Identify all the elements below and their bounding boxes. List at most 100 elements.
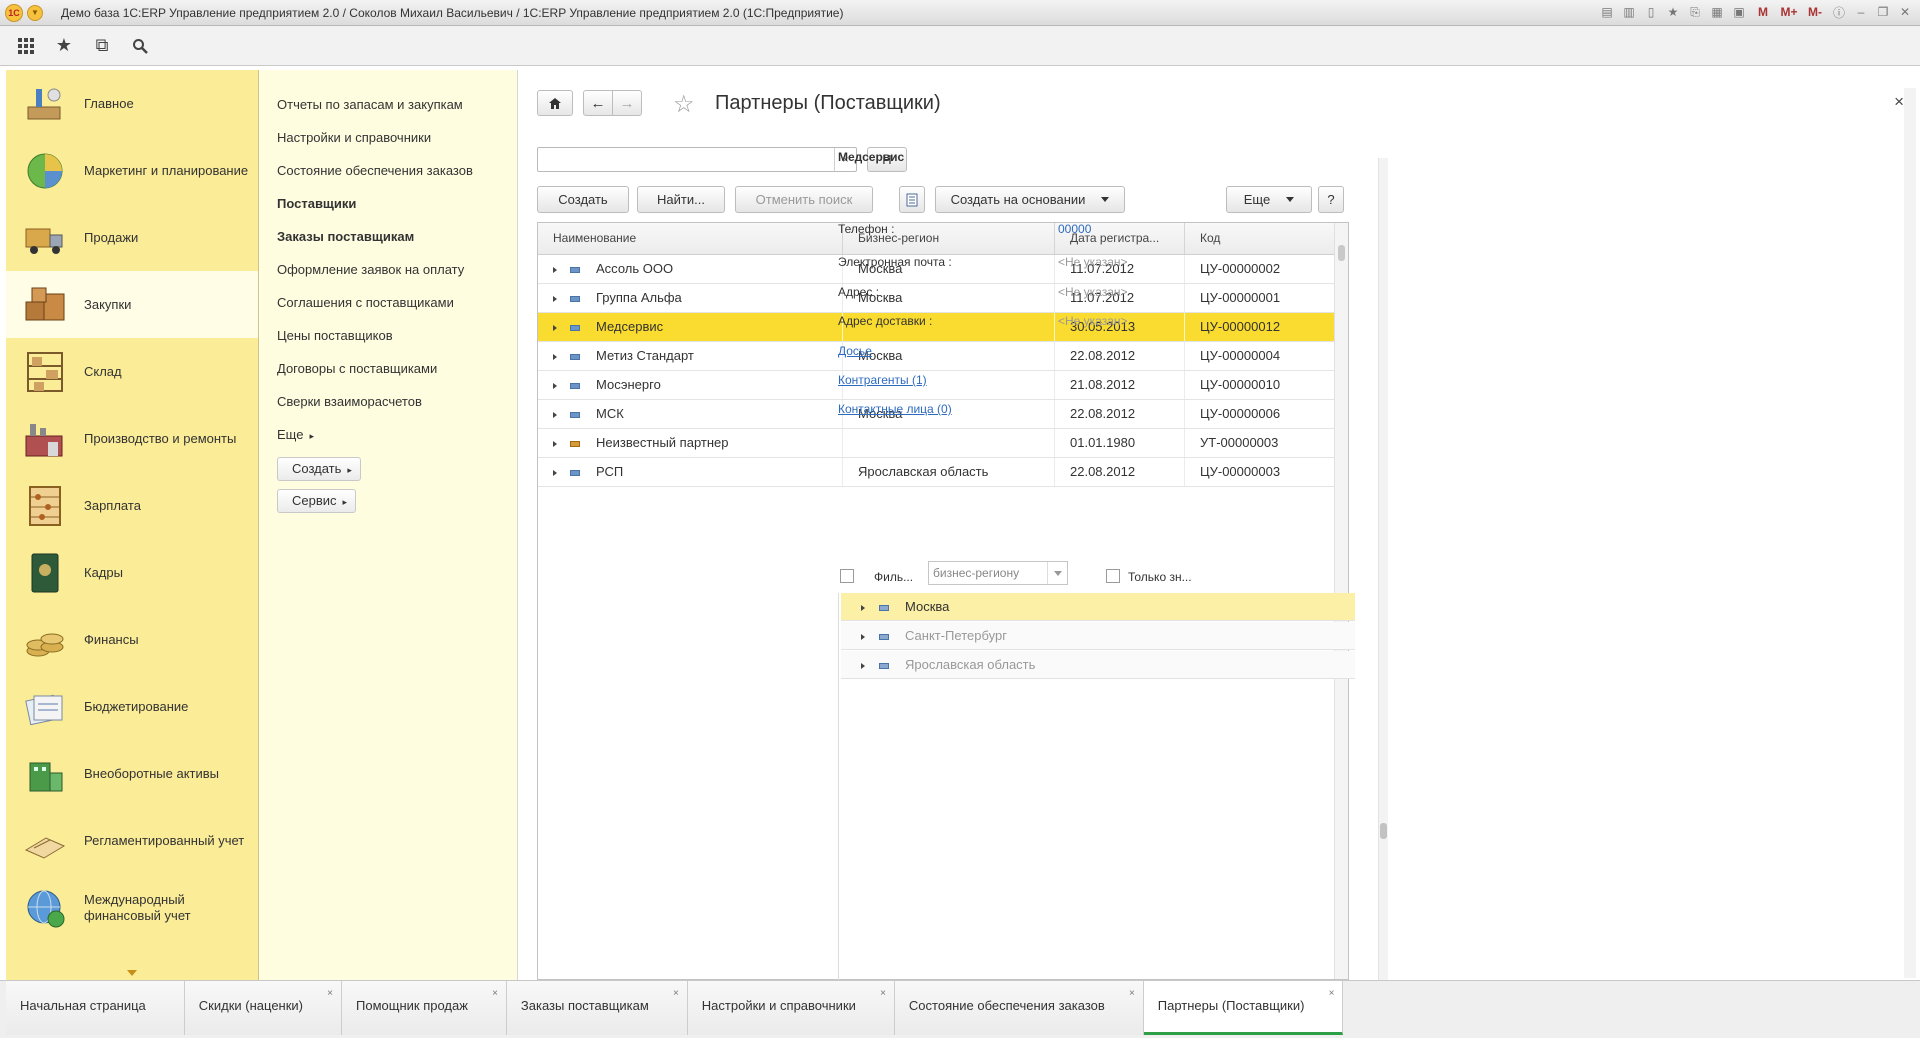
cancel-search-button[interactable]: Отменить поиск [735, 186, 873, 213]
find-button[interactable]: Найти... [637, 186, 725, 213]
back-button[interactable]: ← [583, 90, 613, 116]
favorites-star-icon[interactable]: ★ [50, 32, 78, 60]
expand-arrow-icon[interactable] [553, 411, 557, 418]
submenu-item[interactable]: Заказы поставщикам [260, 220, 517, 253]
section-budgeting[interactable]: Бюджетирование [6, 673, 258, 740]
close-icon[interactable]: × [1329, 989, 1335, 999]
table-row[interactable]: Мосэнерго 21.08.2012 ЦУ-00000010 [538, 371, 1348, 400]
close-form-icon[interactable]: × [1894, 92, 1904, 112]
expand-arrow-icon[interactable] [553, 382, 557, 389]
forward-button[interactable]: → [612, 90, 642, 116]
close-icon[interactable]: × [1129, 989, 1135, 999]
chevron-down-icon[interactable] [1047, 562, 1067, 584]
create-button[interactable]: Создать [537, 186, 629, 213]
submenu-item[interactable]: Настройки и справочники [260, 121, 517, 154]
contacts-link[interactable]: Контактные лица (0) [838, 402, 952, 416]
tab-order-provision[interactable]: Состояние обеспечения заказов × [894, 981, 1144, 1035]
region-item[interactable]: Ярославская область [841, 651, 1355, 679]
phone-value[interactable]: 00000 [1058, 222, 1091, 236]
tab-supplier-orders[interactable]: Заказы поставщикам × [506, 981, 688, 1035]
memory-minus-button[interactable]: M- [1804, 3, 1826, 21]
search-icon[interactable] [126, 32, 154, 60]
memory-m-button[interactable]: M [1752, 3, 1774, 21]
contractors-link[interactable]: Контрагенты (1) [838, 373, 927, 387]
section-warehouse[interactable]: Склад [6, 338, 258, 405]
more-actions-button[interactable]: Еще [1226, 186, 1312, 213]
section-finance[interactable]: Финансы [6, 606, 258, 673]
section-main[interactable]: Главное [6, 70, 258, 137]
favorites-icon[interactable]: ★ [1664, 3, 1682, 21]
table-row-selected[interactable]: Медсервис 30.05.2013 ЦУ-00000012 [538, 313, 1348, 342]
expand-arrow-icon[interactable] [861, 662, 865, 669]
section-marketing[interactable]: Маркетинг и планирование [6, 137, 258, 204]
expand-arrow-icon[interactable] [553, 324, 557, 331]
expand-arrow-icon[interactable] [861, 604, 865, 611]
expand-arrow-icon[interactable] [861, 633, 865, 640]
table-scrollbar-thumb[interactable] [1338, 245, 1345, 261]
region-item[interactable]: Москва [841, 593, 1355, 621]
dossier-link[interactable]: Досье [838, 344, 872, 358]
save-icon[interactable]: ▥ [1620, 3, 1638, 21]
expand-arrow-icon[interactable] [553, 353, 557, 360]
info-icon[interactable]: ⓘ [1830, 3, 1848, 21]
link-icon[interactable]: ⎘ [1686, 3, 1704, 21]
submenu-item[interactable]: Сверки взаиморасчетов [260, 385, 517, 418]
submenu-item[interactable]: Цены поставщиков [260, 319, 517, 352]
submenu-item[interactable]: Соглашения с поставщиками [260, 286, 517, 319]
calendar-icon[interactable]: ▣ [1730, 3, 1748, 21]
table-row[interactable]: РСП Ярославская область 22.08.2012 ЦУ-00… [538, 458, 1348, 487]
expand-arrow-icon[interactable] [553, 440, 557, 447]
section-production[interactable]: Производство и ремонты [6, 405, 258, 472]
submenu-item[interactable]: Оформление заявок на оплату [260, 253, 517, 286]
section-purchases[interactable]: Закупки [6, 271, 258, 338]
section-international-accounting[interactable]: Международный финансовый учет [6, 874, 258, 941]
filter-region-select[interactable]: бизнес-региону [928, 561, 1068, 585]
calculator-icon[interactable]: ▦ [1708, 3, 1726, 21]
submenu-more-link[interactable]: Еще ▸ [260, 418, 517, 451]
tab-partners-suppliers[interactable]: Партнеры (Поставщики) × [1143, 981, 1344, 1035]
section-salary[interactable]: Зарплата [6, 472, 258, 539]
close-icon[interactable]: × [492, 989, 498, 999]
table-row[interactable]: Группа Альфа Москва 11.07.2012 ЦУ-000000… [538, 284, 1348, 313]
submenu-item[interactable]: Состояние обеспечения заказов [260, 154, 517, 187]
info-scrollbar-thumb[interactable] [1380, 823, 1387, 839]
tab-settings[interactable]: Настройки и справочники × [687, 981, 895, 1035]
expand-arrow-icon[interactable] [553, 295, 557, 302]
form-scrollbar[interactable] [1904, 88, 1916, 978]
section-fixed-assets[interactable]: Внеоборотные активы [6, 740, 258, 807]
region-item[interactable]: Санкт-Петербург [841, 622, 1355, 650]
table-row[interactable]: Неизвестный партнер 01.01.1980 УТ-000000… [538, 429, 1348, 458]
print-icon[interactable]: ▤ [1598, 3, 1616, 21]
only-filled-checkbox[interactable] [1106, 569, 1120, 583]
info-scrollbar[interactable] [1378, 158, 1388, 1038]
expand-arrow-icon[interactable] [553, 266, 557, 273]
section-regulated-accounting[interactable]: Регламентированный учет [6, 807, 258, 874]
tab-sales-assistant[interactable]: Помощник продаж × [342, 981, 507, 1035]
help-button[interactable]: ? [1318, 186, 1344, 213]
sections-scroll-down-icon[interactable] [127, 970, 137, 976]
submenu-create-button[interactable]: Создать ▸ [277, 457, 361, 481]
section-sales[interactable]: Продажи [6, 204, 258, 271]
filter-checkbox[interactable] [840, 569, 854, 583]
memory-plus-button[interactable]: M+ [1778, 3, 1800, 21]
minimize-icon[interactable]: – [1852, 3, 1870, 21]
expand-arrow-icon[interactable] [553, 469, 557, 476]
create-based-on-button[interactable]: Создать на основании [935, 186, 1125, 213]
main-menu-icon[interactable]: ▼ [27, 4, 43, 21]
table-row[interactable]: Метиз Стандарт Москва 22.08.2012 ЦУ-0000… [538, 342, 1348, 371]
submenu-item[interactable]: Отчеты по запасам и закупкам [260, 88, 517, 121]
close-icon[interactable]: × [327, 989, 333, 999]
submenu-item[interactable]: Поставщики [260, 187, 517, 220]
tab-discounts[interactable]: Скидки (наценки) × [184, 981, 343, 1035]
submenu-item[interactable]: Договоры с поставщиками [260, 352, 517, 385]
column-header-code[interactable]: Код [1185, 223, 1330, 254]
home-button[interactable] [537, 90, 573, 116]
apps-grid-icon[interactable] [12, 32, 40, 60]
favorite-star-icon[interactable]: ☆ [673, 90, 695, 119]
list-settings-button[interactable] [899, 186, 925, 213]
maximize-icon[interactable]: ❐ [1874, 3, 1892, 21]
close-icon[interactable]: × [673, 989, 679, 999]
search-input[interactable]: × [537, 147, 857, 172]
app-logo-icon[interactable]: 1С [5, 3, 23, 22]
close-window-icon[interactable]: ✕ [1896, 3, 1914, 21]
